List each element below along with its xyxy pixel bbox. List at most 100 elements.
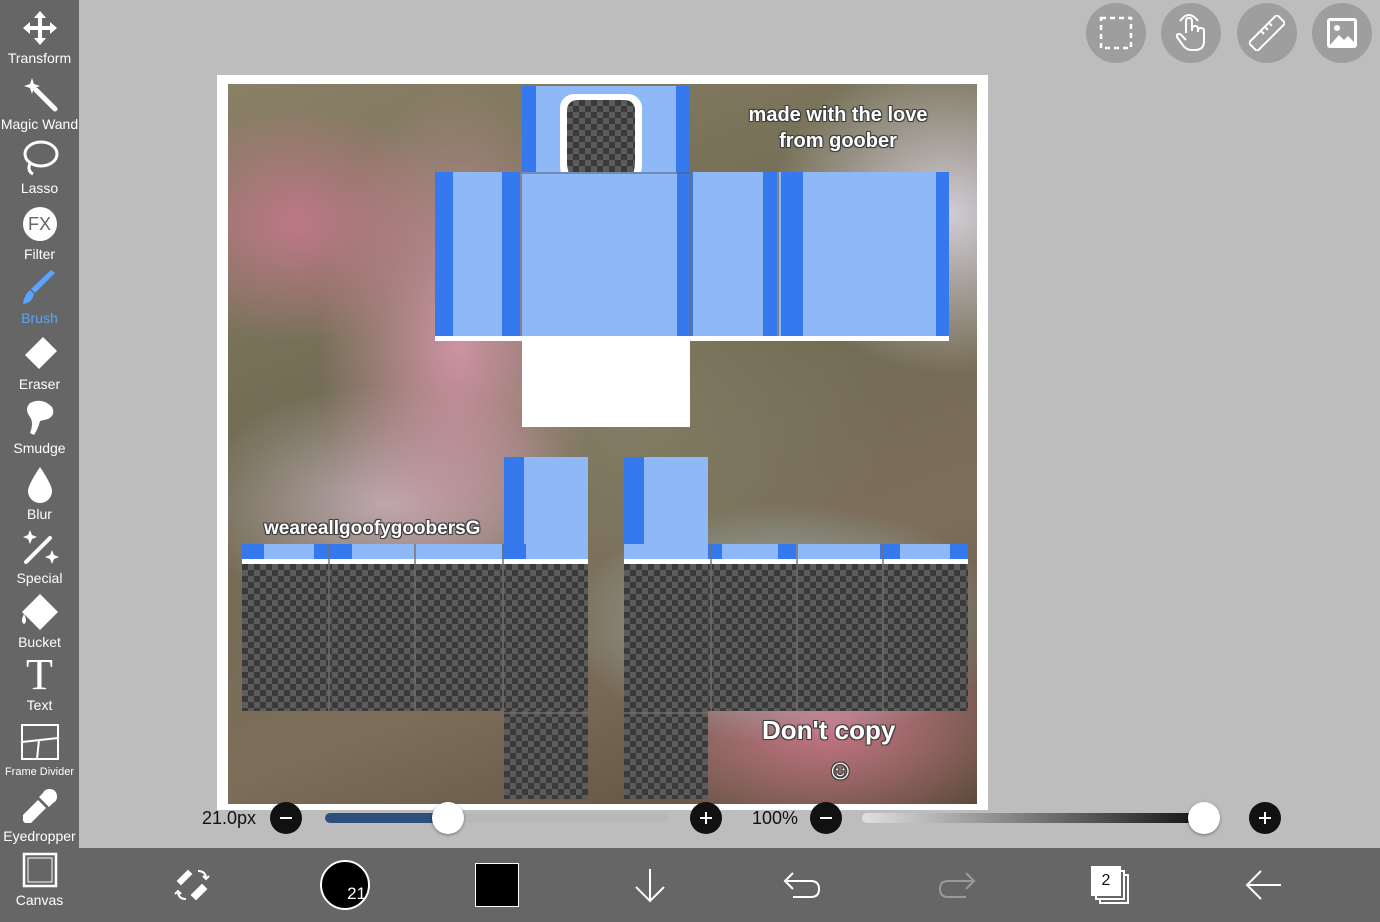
- tool-filter[interactable]: FX Filter: [0, 204, 79, 266]
- ruler-button[interactable]: [1237, 3, 1297, 63]
- tool-canvas[interactable]: Canvas: [0, 850, 79, 912]
- tool-label: Smudge: [13, 440, 66, 456]
- brush-icon: [20, 268, 60, 308]
- shirt-hem: [435, 336, 949, 341]
- watermark-top: made with the love from goober: [738, 102, 938, 154]
- shirt-trim: [763, 172, 777, 336]
- pants-trim: [778, 544, 796, 559]
- image-button[interactable]: [1312, 3, 1372, 63]
- tool-label: Transform: [7, 50, 72, 66]
- drop-icon: [20, 464, 60, 504]
- arrow-left-icon: [1245, 870, 1281, 900]
- eyedropper-icon: [20, 786, 60, 826]
- tool-blur[interactable]: Blur: [0, 464, 79, 526]
- tool-frame-divider[interactable]: Frame Divider: [0, 722, 79, 784]
- brush-preview-button[interactable]: 21: [310, 848, 380, 922]
- opacity-value: 100%: [752, 808, 799, 828]
- opacity-increase-button[interactable]: [1249, 802, 1281, 834]
- pants-seam: [502, 544, 504, 711]
- watermark-username: weareallgoofygoobersG: [264, 518, 481, 539]
- pants-seam: [624, 712, 708, 714]
- tool-label: Canvas: [15, 892, 64, 908]
- brush-eraser-swap-icon: [174, 869, 210, 901]
- opacity-slider[interactable]: [862, 802, 1220, 834]
- brush-size-increase-button[interactable]: [690, 802, 722, 834]
- shirt-trim: [676, 86, 690, 172]
- tool-special[interactable]: Special: [0, 528, 79, 590]
- layer-count: 2: [1091, 866, 1121, 896]
- bottom-toolbar: 21 2: [79, 848, 1380, 922]
- canvas-icon: [20, 850, 60, 890]
- download-button[interactable]: [615, 848, 685, 922]
- shirt-seam: [522, 172, 690, 174]
- tool-magic-wand[interactable]: Magic Wand: [0, 74, 79, 136]
- pants-trim: [950, 544, 968, 559]
- pants-trim: [242, 544, 264, 559]
- sparkle-wand-icon: [20, 528, 60, 568]
- pants-trim: [502, 544, 526, 559]
- text-t-icon: T: [20, 650, 60, 699]
- tool-lasso[interactable]: Lasso: [0, 138, 79, 200]
- tool-label: Special: [16, 570, 63, 586]
- shirt-trim: [502, 172, 520, 336]
- touch-button[interactable]: [1161, 3, 1221, 63]
- back-button[interactable]: [1228, 848, 1298, 922]
- redo-button[interactable]: [921, 848, 991, 922]
- tool-text[interactable]: T Text: [0, 650, 79, 717]
- minus-icon: [820, 817, 832, 819]
- text-icon-glyph: T: [26, 650, 53, 699]
- tool-smudge[interactable]: Smudge: [0, 398, 79, 460]
- canvas-frame[interactable]: made with the love from goober weareallg…: [217, 75, 988, 810]
- tool-label: Magic Wand: [0, 116, 79, 132]
- tool-label: Blur: [27, 506, 52, 522]
- tool-bucket[interactable]: Bucket: [0, 592, 79, 654]
- tool-brush[interactable]: Brush: [0, 268, 79, 330]
- tool-label: Frame Divider: [4, 766, 75, 778]
- tool-label: Filter: [23, 246, 56, 262]
- pants-trim: [314, 544, 352, 559]
- selection-button[interactable]: [1086, 3, 1146, 63]
- swap-tool-button[interactable]: [157, 848, 227, 922]
- arrow-down-icon: [635, 869, 665, 903]
- brush-size-decrease-button[interactable]: [270, 802, 302, 834]
- layers-button[interactable]: 2: [1075, 848, 1145, 922]
- pants-seam: [710, 544, 712, 711]
- pants-seam: [328, 544, 330, 711]
- pants-seam: [796, 544, 798, 711]
- magic-wand-icon: [20, 74, 60, 114]
- brush-size-slider-thumb[interactable]: [432, 802, 465, 834]
- tool-sidebar: Transform Magic Wand Lasso FX Filter Bru…: [0, 0, 79, 922]
- move-arrows-icon: [20, 8, 60, 48]
- shirt-trim: [522, 86, 536, 172]
- touch-icon: [1175, 14, 1205, 51]
- opacity-slider-thumb[interactable]: [1188, 802, 1220, 834]
- selection-icon: [1099, 16, 1133, 50]
- tool-label: Lasso: [20, 180, 59, 196]
- brush-size-slider[interactable]: [325, 802, 668, 834]
- tool-eraser[interactable]: Eraser: [0, 334, 79, 396]
- shirt-seam: [777, 172, 779, 336]
- primary-color-swatch: [475, 863, 519, 907]
- color-picker-button[interactable]: [462, 848, 532, 922]
- tool-label: Bucket: [18, 634, 61, 650]
- minus-icon: [280, 817, 292, 819]
- undo-button[interactable]: [768, 848, 838, 922]
- plus-icon: [1259, 812, 1271, 824]
- tool-eyedropper[interactable]: Eyedropper: [0, 786, 79, 848]
- pants-seam: [414, 544, 416, 711]
- opacity-decrease-button[interactable]: [810, 802, 842, 834]
- pants-seam: [504, 712, 588, 714]
- layers-icon: 2: [1091, 866, 1129, 904]
- tool-label: Eraser: [18, 376, 61, 392]
- ruler-icon: [1249, 15, 1285, 51]
- undo-icon: [783, 872, 821, 898]
- bucket-icon: [20, 592, 60, 632]
- pants-trim: [624, 457, 644, 547]
- watermark-top-line2: from goober: [779, 130, 897, 152]
- tool-transform[interactable]: Transform: [0, 8, 79, 70]
- shirt-seam: [690, 172, 692, 336]
- shirt-seam: [520, 172, 522, 336]
- pants-leg-bottom-left: [504, 711, 588, 799]
- pants-leg-bottom-right: [624, 711, 708, 799]
- artwork-canvas[interactable]: made with the love from goober weareallg…: [228, 84, 977, 804]
